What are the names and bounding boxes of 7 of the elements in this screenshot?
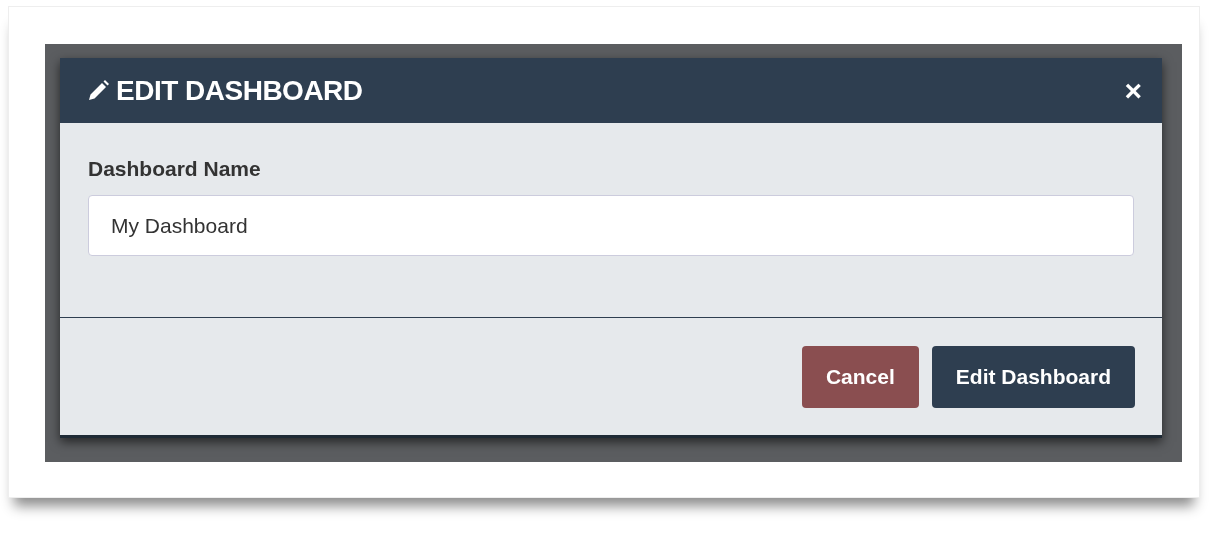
cancel-button[interactable]: Cancel	[801, 346, 919, 408]
close-button[interactable]: ×	[1120, 75, 1146, 106]
dialog-title: EDIT DASHBOARD	[116, 74, 363, 107]
pencil-icon	[86, 78, 110, 103]
field-label: Dashboard Name	[88, 157, 261, 181]
name-input-field[interactable]: My Dashboard	[88, 195, 1134, 256]
edit-dashboard-button[interactable]: Edit Dashboard	[931, 346, 1135, 408]
